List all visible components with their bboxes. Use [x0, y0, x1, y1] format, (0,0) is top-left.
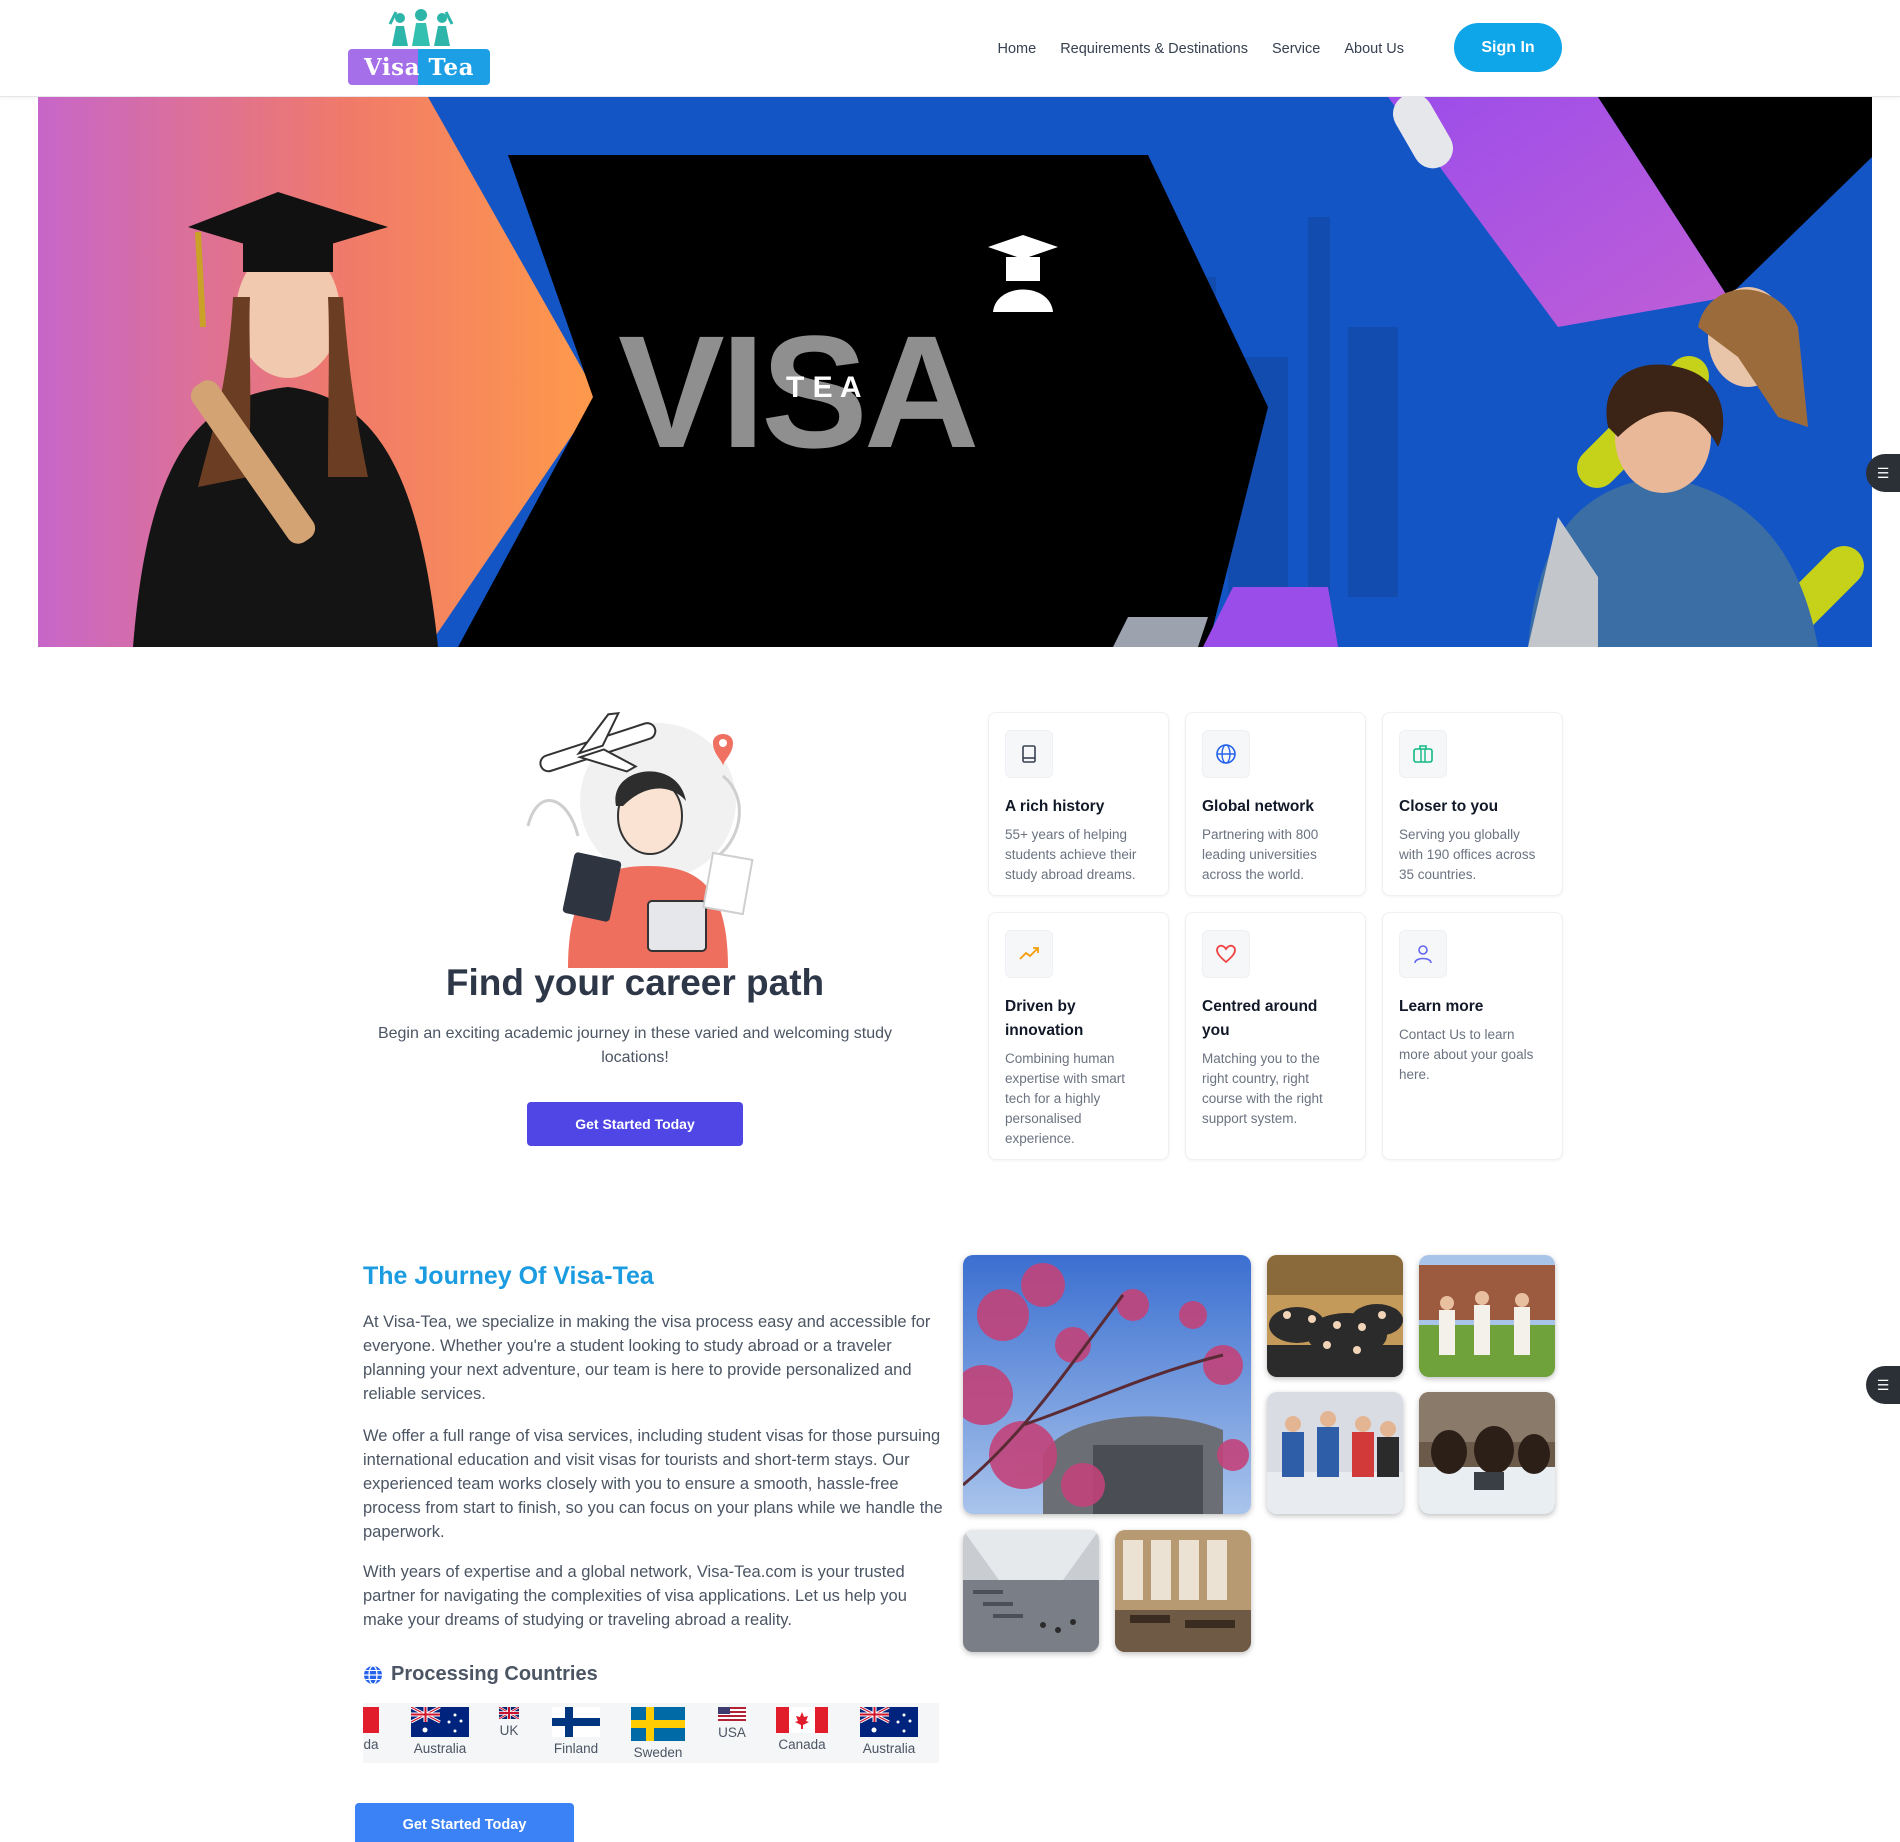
- canada-flag-icon: [363, 1707, 379, 1733]
- user-icon: [1399, 930, 1447, 978]
- gallery-photo-library[interactable]: [1115, 1530, 1251, 1652]
- card-text: 55+ years of helping students achieve th…: [1005, 827, 1137, 882]
- processing-countries-heading: Processing Countries: [363, 1663, 598, 1686]
- usa-flag-icon: [718, 1707, 746, 1721]
- logo[interactable]: Visa Tea: [346, 8, 492, 86]
- gallery-photo-group-activity[interactable]: [1267, 1392, 1403, 1514]
- flag-sweden: Sweden: [631, 1707, 685, 1760]
- nav-about-us[interactable]: About Us: [1344, 41, 1404, 57]
- australia-flag-icon: [411, 1707, 469, 1737]
- gallery-photo-students-field[interactable]: [1419, 1255, 1555, 1377]
- side-menu-toggle-button[interactable]: ☰: [1866, 454, 1900, 492]
- uk-flag-icon: [499, 1707, 519, 1719]
- nav-service[interactable]: Service: [1272, 41, 1320, 57]
- journey-paragraph-3: With years of expertise and a global net…: [363, 1563, 907, 1629]
- gallery-photo-auditorium[interactable]: [1267, 1255, 1403, 1377]
- card-text: Matching you to the right country, right…: [1202, 1051, 1323, 1126]
- feature-card-closer: Closer to you Serving you globally with …: [1382, 712, 1563, 896]
- card-title: Closer to you: [1399, 798, 1499, 815]
- hero-brand-sub: T E A: [786, 371, 862, 404]
- logo-text: Visa Tea: [363, 53, 475, 81]
- card-title: Learn more: [1399, 998, 1484, 1015]
- list-settings-icon: ☰: [1876, 1376, 1890, 1393]
- heart-icon: [1202, 930, 1250, 978]
- side-menu-toggle-button-2[interactable]: ☰: [1866, 1366, 1900, 1404]
- processing-countries-title: Processing Countries: [391, 1663, 598, 1685]
- globe-icon: [364, 1664, 382, 1685]
- book-icon: [1005, 730, 1053, 778]
- nav-home[interactable]: Home: [998, 41, 1037, 57]
- sign-in-button[interactable]: Sign In: [1454, 23, 1562, 72]
- get-started-button[interactable]: Get Started Today: [527, 1102, 743, 1146]
- gallery-photo-atrium[interactable]: [963, 1530, 1099, 1652]
- flag-canada-partial: da: [363, 1707, 379, 1752]
- flag-australia-2: Australia: [860, 1707, 918, 1756]
- main-nav: Home Requirements & Destinations Service…: [998, 0, 1405, 97]
- card-title: A rich history: [1005, 798, 1105, 815]
- logo-figures-icon: [388, 9, 454, 46]
- trending-up-icon: [1005, 930, 1053, 978]
- feature-card-centred: Centred around you Matching you to the r…: [1185, 912, 1366, 1160]
- feature-card-network: Global network Partnering with 800 leadi…: [1185, 712, 1366, 896]
- card-title: Centred around you: [1202, 998, 1318, 1039]
- briefcase-icon: [1399, 730, 1447, 778]
- flag-australia: Australia: [411, 1707, 469, 1756]
- card-text: Contact Us to learn more about your goal…: [1399, 1027, 1534, 1082]
- card-text: Partnering with 800 leading universities…: [1202, 827, 1319, 882]
- feature-card-innovation: Driven by innovation Combining human exp…: [988, 912, 1169, 1160]
- journey-paragraph-1: At Visa-Tea, we specialize in making the…: [363, 1313, 931, 1403]
- feature-card-learn-more[interactable]: Learn more Contact Us to learn more abou…: [1382, 912, 1563, 1160]
- site-header: Visa Tea Home Requirements & Destination…: [0, 0, 1900, 97]
- sweden-flag-icon: [631, 1707, 685, 1741]
- hero-artwork: VISA T E A: [38, 97, 1872, 647]
- australia-flag-icon: [860, 1707, 918, 1737]
- feature-card-history: A rich history 55+ years of helping stud…: [988, 712, 1169, 896]
- card-title: Driven by innovation: [1005, 998, 1084, 1039]
- journey-title: The Journey Of Visa-Tea: [363, 1262, 654, 1290]
- flag-finland: Finland: [552, 1707, 600, 1756]
- flag-uk: UK: [499, 1707, 519, 1738]
- list-settings-icon: ☰: [1876, 464, 1890, 481]
- get-started-button-2[interactable]: Get Started Today: [355, 1803, 574, 1842]
- globe-icon: [1202, 730, 1250, 778]
- journey-paragraph-2: We offer a full range of visa services, …: [363, 1427, 943, 1541]
- gallery-photo-campus-blossom[interactable]: [963, 1255, 1251, 1514]
- hero-banner: VISA T E A: [38, 97, 1872, 647]
- canada-flag-icon: [776, 1707, 828, 1733]
- card-title: Global network: [1202, 798, 1314, 815]
- finland-flag-icon: [552, 1707, 600, 1737]
- flag-canada: Canada: [776, 1707, 828, 1752]
- career-subtitle: Begin an exciting academic journey in th…: [377, 1025, 893, 1066]
- career-illustration: [526, 711, 754, 968]
- nav-requirements-destinations[interactable]: Requirements & Destinations: [1060, 41, 1248, 57]
- card-text: Serving you globally with 190 offices ac…: [1399, 827, 1536, 882]
- flag-usa: USA: [718, 1707, 746, 1740]
- countries-carousel[interactable]: da Australia UK Finland Sweden USA Canad…: [363, 1703, 939, 1763]
- career-title: Find your career path: [445, 962, 825, 1003]
- gallery-photo-study-table[interactable]: [1419, 1392, 1555, 1514]
- card-text: Combining human expertise with smart tec…: [1005, 1051, 1126, 1146]
